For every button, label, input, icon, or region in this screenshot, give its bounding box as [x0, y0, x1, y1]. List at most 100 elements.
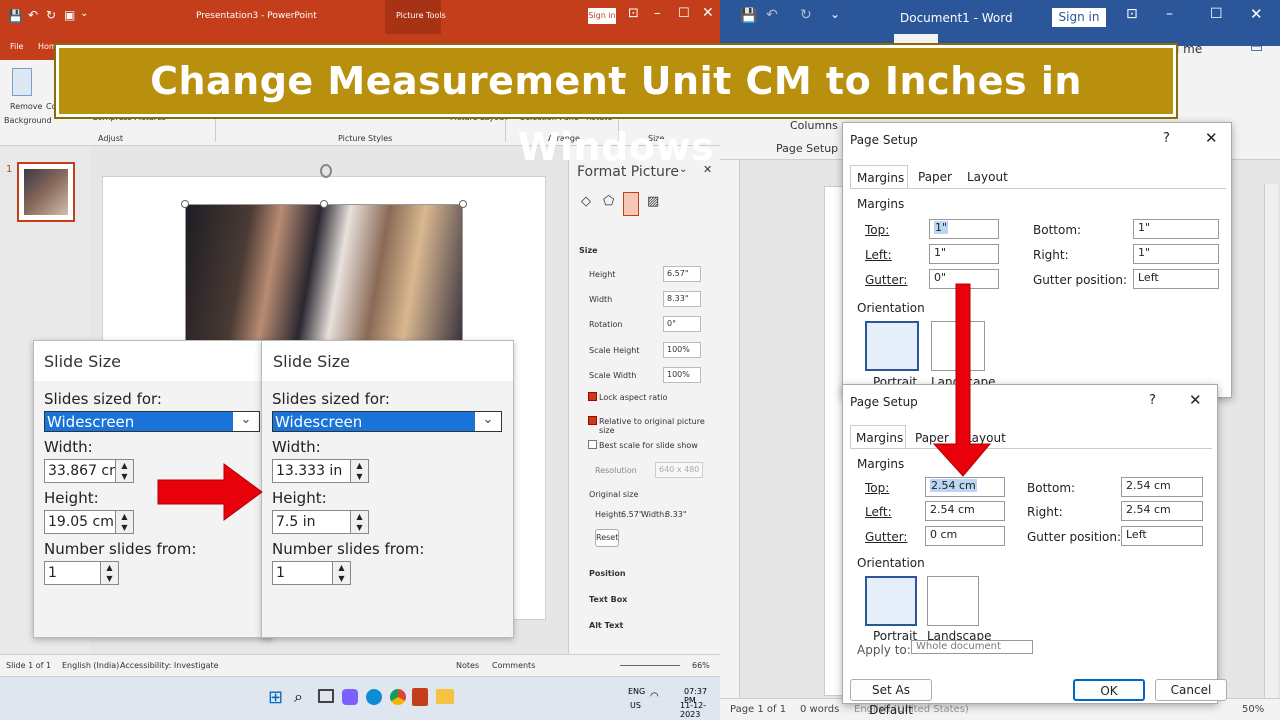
close-icon[interactable]: ✕: [1189, 391, 1202, 409]
language-status[interactable]: English (India): [62, 661, 119, 670]
save-icon[interactable]: 💾: [740, 8, 757, 24]
slide-picture[interactable]: [185, 204, 463, 344]
height-stepper[interactable]: 19.05 cm ▲ ▼: [44, 510, 134, 534]
sized-for-select[interactable]: Widescreen ⌄: [44, 411, 260, 432]
comments-icon[interactable]: ▭: [1250, 40, 1263, 56]
ok-button[interactable]: OK: [1073, 679, 1145, 701]
top-margin-input[interactable]: 1": [929, 219, 999, 239]
vertical-scrollbar[interactable]: [1264, 184, 1278, 698]
tab-file[interactable]: File: [10, 42, 23, 51]
portrait-icon[interactable]: [865, 321, 919, 371]
portrait-icon[interactable]: [865, 576, 917, 626]
word-count[interactable]: 0 words: [800, 704, 839, 715]
customize-qat-icon[interactable]: ⌄: [830, 7, 840, 21]
right-margin-input[interactable]: 1": [1133, 244, 1219, 264]
ribbon-display-icon[interactable]: ⊡: [628, 6, 639, 21]
close-icon[interactable]: ✕: [1250, 5, 1263, 23]
word-sign-in-button[interactable]: Sign in: [1052, 8, 1106, 27]
text-box-section[interactable]: Text Box: [589, 595, 627, 604]
top-margin-input[interactable]: 2.54 cm: [925, 477, 1005, 497]
word-zoom[interactable]: 50%: [1242, 704, 1264, 715]
resize-handle[interactable]: [181, 200, 189, 208]
relative-size-checkbox[interactable]: [588, 416, 597, 425]
number-slides-stepper[interactable]: 1 ▲ ▼: [44, 561, 119, 585]
slideshow-icon[interactable]: ▣: [64, 8, 75, 22]
powerpoint-taskbar-icon[interactable]: [412, 688, 428, 706]
spin-arrows-icon[interactable]: ▲ ▼: [115, 511, 133, 533]
close-icon[interactable]: ✕: [1205, 129, 1218, 147]
landscape-icon[interactable]: [927, 576, 979, 626]
resize-handle[interactable]: [459, 200, 467, 208]
search-icon[interactable]: ⌕: [294, 687, 303, 707]
comments-button[interactable]: Comments: [492, 661, 535, 670]
reset-button[interactable]: Reset: [595, 529, 619, 547]
chevron-down-icon[interactable]: ⌄: [475, 412, 501, 431]
redo-icon[interactable]: ↻: [46, 8, 56, 22]
redo-icon[interactable]: ↻: [800, 7, 812, 23]
help-button[interactable]: ?: [1149, 393, 1156, 408]
zoom-slider[interactable]: [620, 665, 680, 666]
maximize-icon[interactable]: ☐: [678, 6, 690, 21]
gutter-position-select[interactable]: Left: [1133, 269, 1219, 289]
fmt-height-input[interactable]: 6.57": [663, 266, 701, 282]
ribbon-display-icon[interactable]: ⊡: [1126, 6, 1138, 22]
fill-line-icon[interactable]: ◇: [581, 194, 591, 209]
tab-margins[interactable]: Margins: [850, 425, 906, 449]
wifi-icon[interactable]: ◠: [650, 691, 659, 702]
fmt-scale-width-input[interactable]: 100%: [663, 367, 701, 383]
position-section[interactable]: Position: [589, 569, 626, 578]
set-as-default-button[interactable]: Set As Default: [850, 679, 932, 717]
file-explorer-icon[interactable]: [436, 689, 454, 704]
resolution-select[interactable]: 640 x 480: [655, 462, 703, 478]
remove-bg-label[interactable]: Remove: [10, 102, 42, 111]
input-lang-1[interactable]: ENG: [628, 687, 645, 696]
close-icon[interactable]: ✕: [702, 5, 714, 21]
height-stepper[interactable]: 7.5 in ▲ ▼: [272, 510, 369, 534]
effects-icon[interactable]: ⬠: [603, 194, 614, 209]
zoom-level[interactable]: 66%: [692, 661, 710, 670]
accessibility-status[interactable]: Accessibility: Investigate: [120, 661, 219, 670]
ppt-sign-in-button[interactable]: Sign in: [588, 8, 616, 24]
document-page[interactable]: [824, 186, 844, 696]
lock-aspect-checkbox[interactable]: [588, 392, 597, 401]
fmt-rotation-input[interactable]: 0°: [663, 316, 701, 332]
spin-arrows-icon[interactable]: ▲ ▼: [350, 460, 368, 482]
cancel-button[interactable]: Cancel: [1155, 679, 1227, 701]
minimize-icon[interactable]: –: [1166, 6, 1173, 22]
width-stepper[interactable]: 13.333 in ▲ ▼: [272, 459, 369, 483]
best-scale-checkbox[interactable]: [588, 440, 597, 449]
spin-arrows-icon[interactable]: ▲ ▼: [350, 511, 368, 533]
fmt-scale-height-input[interactable]: 100%: [663, 342, 701, 358]
spin-arrows-icon[interactable]: ▲ ▼: [100, 562, 118, 584]
number-slides-stepper[interactable]: 1 ▲ ▼: [272, 561, 351, 585]
bottom-margin-input[interactable]: 1": [1133, 219, 1219, 239]
chevron-down-icon[interactable]: ⌄: [233, 412, 259, 431]
undo-icon[interactable]: ↶: [766, 7, 778, 23]
remove-background-icon[interactable]: [12, 68, 32, 96]
size-section-header[interactable]: Size: [579, 246, 598, 255]
gutter-input[interactable]: 0 cm: [925, 526, 1005, 546]
fmt-width-input[interactable]: 8.33": [663, 291, 701, 307]
corrections-label[interactable]: Co: [46, 102, 56, 111]
minimize-icon[interactable]: –: [654, 6, 661, 21]
right-margin-input[interactable]: 2.54 cm: [1121, 501, 1203, 521]
notes-button[interactable]: Notes: [456, 661, 479, 670]
maximize-icon[interactable]: ☐: [1210, 6, 1223, 22]
left-margin-input[interactable]: 2.54 cm: [925, 501, 1005, 521]
task-view-icon[interactable]: [318, 689, 334, 703]
undo-icon[interactable]: ↶: [28, 8, 38, 22]
apply-to-select[interactable]: Whole document: [911, 640, 1033, 654]
save-icon[interactable]: 💾: [8, 9, 23, 23]
alt-text-section[interactable]: Alt Text: [589, 621, 623, 630]
sized-for-select[interactable]: Widescreen ⌄: [272, 411, 502, 432]
spin-arrows-icon[interactable]: ▲ ▼: [332, 562, 350, 584]
meet-icon[interactable]: [342, 689, 358, 705]
gutter-position-select[interactable]: Left: [1121, 526, 1203, 546]
spin-arrows-icon[interactable]: ▲ ▼: [115, 460, 133, 482]
bottom-margin-input[interactable]: 2.54 cm: [1121, 477, 1203, 497]
picture-icon[interactable]: ▨: [647, 194, 659, 209]
edge-icon[interactable]: [366, 689, 382, 705]
customize-qat-icon[interactable]: ⌄: [80, 8, 88, 19]
resize-handle[interactable]: [320, 200, 328, 208]
chrome-icon[interactable]: [390, 689, 406, 705]
